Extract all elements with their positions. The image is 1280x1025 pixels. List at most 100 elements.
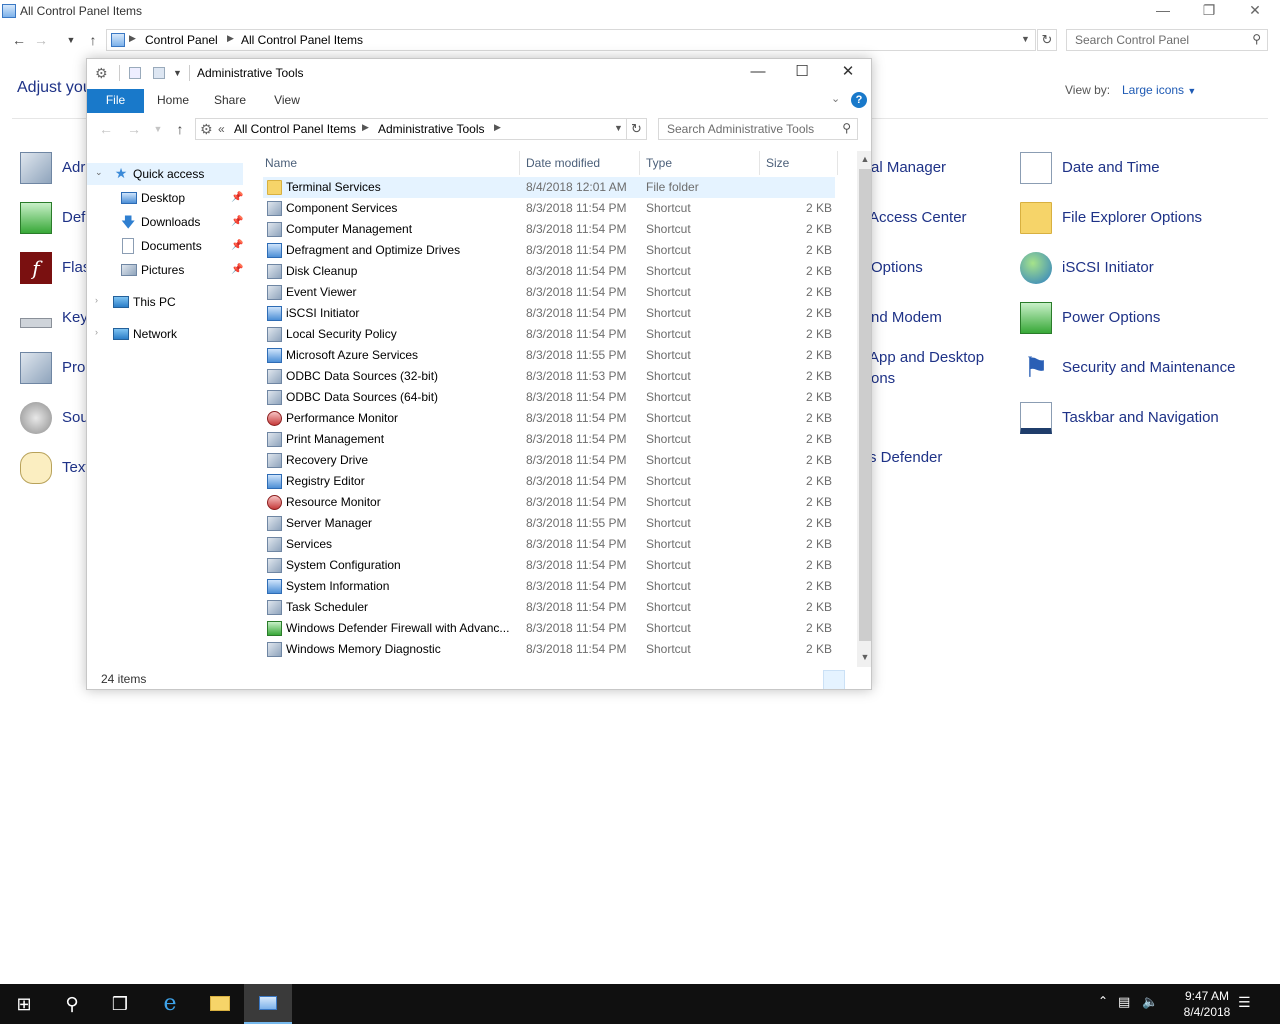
file-row[interactable]: Recovery Drive 8/3/2018 11:54 PM Shortcut 2… <box>263 450 835 471</box>
nav-documents[interactable]: Documents 📌 <box>87 235 243 257</box>
network-tray-icon[interactable]: ▤ <box>1118 994 1130 1010</box>
show-hidden-icons-chevron-icon[interactable]: ⌃ <box>1098 994 1108 1008</box>
chevron-right-icon[interactable]: › <box>95 327 98 337</box>
cp-item-internet-options[interactable]: Options <box>871 259 923 276</box>
breadcrumb-all-control-panel-items[interactable]: All Control Panel Items <box>241 33 363 47</box>
tab-file[interactable]: File <box>87 89 144 113</box>
column-header-name[interactable]: Name <box>265 151 519 175</box>
file-row[interactable]: Performance Monitor 8/3/2018 11:54 PM Shor… <box>263 408 835 429</box>
new-folder-icon[interactable] <box>153 67 165 79</box>
column-header-type[interactable]: Type <box>646 151 760 175</box>
help-icon[interactable]: ? <box>851 92 867 108</box>
explorer-address-bar[interactable]: ⚙ « All Control Panel Items ▶ Administra… <box>195 118 627 140</box>
refresh-icon[interactable]: ↻ <box>627 118 647 140</box>
cp-item-windows-defender[interactable]: s Defender <box>869 449 942 466</box>
tab-share[interactable]: Share <box>205 89 255 113</box>
up-arrow-icon[interactable]: ↑ <box>169 118 191 140</box>
back-arrow-icon[interactable]: ← <box>95 118 117 140</box>
nav-this-pc[interactable]: › This PC <box>87 291 243 313</box>
volume-muted-icon[interactable]: 🔈 <box>1142 994 1158 1010</box>
file-row[interactable]: Server Manager 8/3/2018 11:55 PM Shortcut 2… <box>263 513 835 534</box>
column-divider[interactable] <box>759 151 760 175</box>
file-row[interactable]: Task Scheduler 8/3/2018 11:54 PM Shortcut 2… <box>263 597 835 618</box>
minimize-icon[interactable]: — <box>1140 0 1186 22</box>
column-header-date-modified[interactable]: Date modified <box>526 151 640 175</box>
nav-network[interactable]: › Network <box>87 323 243 345</box>
scroll-up-icon[interactable]: ▲ <box>857 151 871 167</box>
recent-locations-chevron-icon[interactable]: ▼ <box>147 118 169 140</box>
file-row[interactable]: Event Viewer 8/3/2018 11:54 PM Shortcut 2 K… <box>263 282 835 303</box>
file-explorer-icon[interactable] <box>196 984 244 1024</box>
large-icons-view-icon[interactable] <box>847 670 869 689</box>
file-row[interactable]: System Information 8/3/2018 11:54 PM Short… <box>263 576 835 597</box>
search-control-panel-input[interactable]: Search Control Panel ⚲ <box>1066 29 1268 51</box>
nav-pictures[interactable]: Pictures 📌 <box>87 259 243 281</box>
minimize-icon[interactable]: — <box>735 59 781 87</box>
internet-explorer-icon[interactable]: e <box>146 984 194 1024</box>
control-panel-taskbar-icon[interactable] <box>244 984 292 1024</box>
file-row[interactable]: Microsoft Azure Services 8/3/2018 11:55 P… <box>263 345 835 366</box>
customize-toolbar-chevron-icon[interactable]: ▼ <box>173 65 182 81</box>
file-row[interactable]: Windows Defender Firewall with Advanc...… <box>263 618 835 639</box>
breadcrumb-all-control-panel-items[interactable]: All Control Panel Items <box>234 122 356 136</box>
file-row[interactable]: Local Security Policy 8/3/2018 11:54 PM Sh… <box>263 324 835 345</box>
refresh-icon[interactable]: ↻ <box>1037 29 1057 51</box>
nav-quick-access[interactable]: ⌄ ★ Quick access <box>87 163 243 185</box>
clock[interactable]: 9:47 AM 8/4/2018 <box>1172 988 1242 1020</box>
file-row[interactable]: Defragment and Optimize Drives 8/3/2018 1… <box>263 240 835 261</box>
cp-item-phone-and-modem[interactable]: nd Modem <box>871 309 942 326</box>
address-bar[interactable]: ▶ Control Panel ▶ All Control Panel Item… <box>106 29 1036 51</box>
forward-arrow-icon[interactable]: → <box>30 29 52 51</box>
file-row[interactable]: Terminal Services 8/4/2018 12:01 AM File f… <box>263 177 835 198</box>
expand-ribbon-chevron-icon[interactable]: ⌄ <box>831 92 840 105</box>
up-arrow-icon[interactable]: ↑ <box>82 29 104 51</box>
maximize-icon[interactable]: ☐ <box>779 59 825 87</box>
close-icon[interactable]: ✕ <box>1232 0 1278 22</box>
cp-item-credential-manager[interactable]: al Manager <box>871 159 946 176</box>
cp-item-ease-of-access-center[interactable]: Access Center <box>869 209 967 226</box>
breadcrumb-administrative-tools[interactable]: Administrative Tools <box>378 122 485 136</box>
column-divider[interactable] <box>837 151 838 175</box>
view-by-dropdown[interactable]: Large icons ▼ <box>1122 83 1196 97</box>
forward-arrow-icon[interactable]: → <box>123 118 145 140</box>
column-divider[interactable] <box>519 151 520 175</box>
tab-view[interactable]: View <box>263 89 311 113</box>
file-row[interactable]: Services 8/3/2018 11:54 PM Shortcut 2 KB <box>263 534 835 555</box>
search-administrative-tools-input[interactable]: Search Administrative Tools ⚲ <box>658 118 858 140</box>
close-icon[interactable]: ✕ <box>825 59 871 87</box>
details-view-icon[interactable] <box>823 670 845 689</box>
column-divider[interactable] <box>639 151 640 175</box>
column-header-size[interactable]: Size <box>766 151 836 175</box>
notifications-icon[interactable]: ☰ <box>1238 994 1251 1011</box>
nav-downloads[interactable]: 🡇 Downloads 📌 <box>87 211 243 233</box>
file-row[interactable]: System Configuration 8/3/2018 11:54 PM Sho… <box>263 555 835 576</box>
file-row[interactable]: Computer Management 8/3/2018 11:54 PM Shor… <box>263 219 835 240</box>
cp-item-remoteapp-line1[interactable]: App and Desktop <box>869 349 984 366</box>
scrollbar-thumb[interactable] <box>859 169 871 641</box>
file-row[interactable]: Registry Editor 8/3/2018 11:54 PM Shortcut… <box>263 471 835 492</box>
file-row[interactable]: Component Services 8/3/2018 11:54 PM Short… <box>263 198 835 219</box>
task-view-icon[interactable]: ❒ <box>96 984 144 1024</box>
file-row[interactable]: iSCSI Initiator 8/3/2018 11:54 PM Shortcut… <box>263 303 835 324</box>
properties-icon[interactable] <box>129 67 141 79</box>
back-arrow-icon[interactable]: ← <box>8 29 30 51</box>
start-windows-icon[interactable]: ⊞ <box>0 984 48 1024</box>
file-row[interactable]: ODBC Data Sources (64-bit) 8/3/2018 11:54… <box>263 387 835 408</box>
scroll-down-icon[interactable]: ▼ <box>857 649 871 665</box>
search-icon[interactable]: ⚲ <box>48 984 96 1024</box>
breadcrumb-overflow[interactable]: « <box>218 122 225 136</box>
cp-item-remoteapp-line2[interactable]: ons <box>871 370 895 387</box>
chevron-down-icon[interactable]: ▼ <box>1021 34 1030 44</box>
chevron-down-icon[interactable]: ⌄ <box>95 167 103 178</box>
file-row[interactable]: Windows Memory Diagnostic 8/3/2018 11:54 … <box>263 639 835 660</box>
chevron-down-icon[interactable]: ▼ <box>614 123 623 133</box>
file-row[interactable]: Print Management 8/3/2018 11:54 PM Shortcu… <box>263 429 835 450</box>
breadcrumb-control-panel[interactable]: Control Panel <box>145 33 218 47</box>
nav-desktop[interactable]: Desktop 📌 <box>87 187 243 209</box>
chevron-right-icon[interactable]: › <box>95 295 98 305</box>
restore-icon[interactable]: ❐ <box>1186 0 1232 22</box>
recent-locations-chevron-icon[interactable]: ▼ <box>60 29 82 51</box>
file-row[interactable]: Disk Cleanup 8/3/2018 11:54 PM Shortcut 2 K… <box>263 261 835 282</box>
tab-home[interactable]: Home <box>149 89 197 113</box>
file-row[interactable]: ODBC Data Sources (32-bit) 8/3/2018 11:53… <box>263 366 835 387</box>
